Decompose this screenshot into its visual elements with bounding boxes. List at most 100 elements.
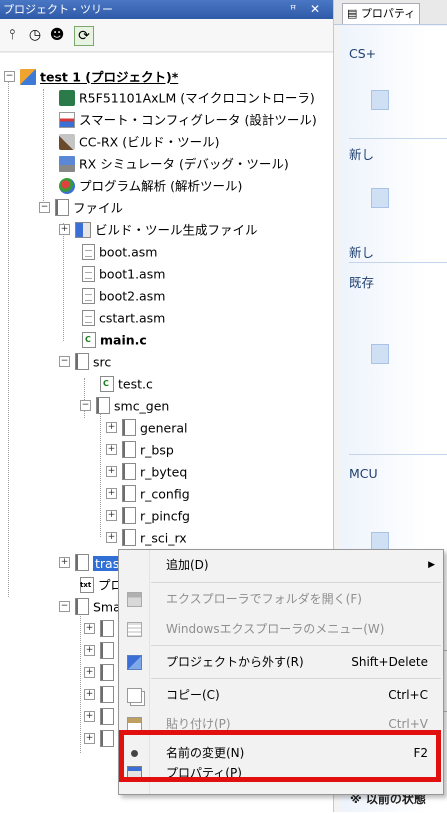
folder-icon <box>100 708 114 725</box>
tree-item-boot2-asm[interactable]: boot2.asm <box>82 285 165 307</box>
collapse-icon[interactable]: − <box>80 400 91 411</box>
build-files-icon <box>75 221 91 238</box>
expand-icon[interactable]: + <box>84 711 95 722</box>
collapse-icon[interactable]: − <box>39 202 50 213</box>
menu-item-open-explorer[interactable]: エクスプローラでフォルダを開く(F) <box>119 585 443 614</box>
tree-item-label: tras <box>93 555 122 571</box>
tree-item-smart-config[interactable]: スマート・コンフィグレータ (設計ツール) <box>59 109 317 131</box>
expand-icon[interactable]: + <box>106 510 117 521</box>
refresh-icon[interactable]: ⟳ <box>74 26 94 46</box>
group-button[interactable] <box>371 90 389 110</box>
analysis-tool-icon <box>59 177 75 194</box>
expand-icon[interactable]: + <box>106 466 117 477</box>
folder-icon <box>55 199 69 216</box>
tree-item-general[interactable]: + general <box>106 417 188 439</box>
expand-icon[interactable]: + <box>84 623 95 634</box>
tree-item-device[interactable]: R5F51101AxLM (マイクロコントローラ) <box>59 87 315 109</box>
menu-item-copy[interactable]: コピー(C) Ctrl+C <box>119 681 443 710</box>
menu-separator <box>151 678 441 679</box>
file-icon <box>82 287 95 304</box>
tree-item-label: ビルド・ツール生成ファイル <box>95 222 258 238</box>
tree-item-text-file[interactable]: プロ <box>80 574 123 596</box>
tree-item-main-c[interactable]: main.c <box>82 329 147 351</box>
group-button[interactable] <box>371 344 389 364</box>
menu-item-label: 追加(D) <box>166 558 209 572</box>
tree-item-hidden[interactable]: + <box>84 640 118 662</box>
folder-icon <box>75 554 89 571</box>
tree-item-ccrx[interactable]: CC-RX (ビルド・ツール) <box>59 131 219 153</box>
tab-label: プロパティ <box>360 7 416 20</box>
expand-icon[interactable]: + <box>106 444 117 455</box>
expand-icon[interactable]: + <box>59 557 70 568</box>
tree-connector <box>80 603 81 753</box>
folder-icon <box>100 664 114 681</box>
tree-item-r-pincfg[interactable]: + r_pincfg <box>106 505 190 527</box>
tree-item-smart[interactable]: − Sma <box>59 596 121 618</box>
tree-item-r-config[interactable]: + r_config <box>106 483 190 505</box>
tree-item-boot-asm[interactable]: boot.asm <box>82 241 157 263</box>
tree-item-files[interactable]: − ファイル <box>39 197 123 219</box>
group-divider <box>349 454 447 455</box>
folder-icon <box>100 642 114 659</box>
project-tree-toolbar: ⫯ ◷ ☻ ⟳ <box>0 19 333 52</box>
expand-icon[interactable]: + <box>84 733 95 744</box>
tree-connector <box>43 89 44 207</box>
group-button[interactable] <box>371 188 389 208</box>
highlight-box <box>119 730 441 782</box>
collapse-icon[interactable]: − <box>4 71 15 82</box>
tree-item-trash[interactable]: + tras <box>59 552 122 574</box>
expand-icon[interactable]: + <box>106 488 117 499</box>
tree-item-rx-simulator[interactable]: RX シミュレータ (デバッグ・ツール) <box>59 153 289 175</box>
folder-icon <box>122 507 136 524</box>
expand-icon[interactable]: + <box>59 224 70 235</box>
close-icon[interactable]: ✕ <box>310 0 320 19</box>
menu-item-windows-menu[interactable]: Windowsエクスプローラのメニュー(W) <box>119 615 443 644</box>
folder-icon <box>100 730 114 747</box>
tree-item-label: smc_gen <box>114 398 170 414</box>
menu-item-remove-from-project[interactable]: プロジェクトから外す(R) Shift+Delete <box>119 648 443 677</box>
expand-icon[interactable]: + <box>106 422 117 433</box>
expand-icon[interactable]: + <box>84 689 95 700</box>
tree-item-src[interactable]: − src <box>59 351 111 373</box>
tree-item-r-byteq[interactable]: + r_byteq <box>106 461 187 483</box>
tree-item-hidden[interactable]: + <box>84 662 118 684</box>
pin-icon[interactable]: ꟸ <box>290 0 296 19</box>
tree-item-hidden[interactable]: + <box>84 706 118 728</box>
collapse-icon[interactable]: − <box>59 601 70 612</box>
tab-properties[interactable]: ▤ プロパティ <box>342 3 421 24</box>
tree-item-hidden[interactable]: + <box>84 618 118 640</box>
tree-item-label: test 1 (プロジェクト)* <box>40 69 179 85</box>
tree-item-smc-gen[interactable]: − smc_gen <box>80 395 169 417</box>
tree-item-label: CC-RX (ビルド・ツール) <box>79 134 220 150</box>
smart-configurator-icon <box>59 111 75 128</box>
properties-icon: ▤ <box>347 7 358 20</box>
folder-icon <box>122 441 136 458</box>
group-cs-label: CS+ <box>349 46 377 61</box>
expand-icon[interactable]: + <box>84 645 95 656</box>
expand-icon[interactable]: + <box>106 532 117 543</box>
tree-item-r-bsp[interactable]: + r_bsp <box>106 439 174 461</box>
folder-icon <box>96 397 110 414</box>
expand-icon[interactable]: + <box>84 667 95 678</box>
history-icon[interactable]: ◷ <box>26 26 44 44</box>
user-icon[interactable]: ☻ <box>48 26 66 44</box>
tree-item-cstart-asm[interactable]: cstart.asm <box>82 307 165 329</box>
tree-item-program-analysis[interactable]: プログラム解析 (解析ツール) <box>59 175 242 197</box>
group-divider <box>349 262 447 263</box>
sort-icon[interactable]: ⫯ <box>3 26 21 44</box>
tree-item-project[interactable]: − test 1 (プロジェクト)* <box>4 66 178 88</box>
collapse-icon[interactable]: − <box>59 356 70 367</box>
folder-icon <box>122 529 136 546</box>
file-icon <box>82 265 95 282</box>
submenu-arrow-icon: ▶ <box>428 560 435 570</box>
tree-item-test-c[interactable]: test.c <box>100 373 153 395</box>
group-existing-label: 既存 <box>349 275 375 290</box>
tree-item-r-sci-rx[interactable]: + r_sci_rx <box>106 527 187 549</box>
folder-icon <box>100 620 114 637</box>
menu-item-add[interactable]: 追加(D) ▶ <box>119 551 443 580</box>
group-new2-label: 新し <box>349 245 375 260</box>
tree-item-hidden[interactable]: + <box>84 728 118 750</box>
tree-item-boot1-asm[interactable]: boot1.asm <box>82 263 165 285</box>
tree-item-hidden[interactable]: + <box>84 684 118 706</box>
tree-item-build-generated[interactable]: + ビルド・ツール生成ファイル <box>59 219 258 241</box>
